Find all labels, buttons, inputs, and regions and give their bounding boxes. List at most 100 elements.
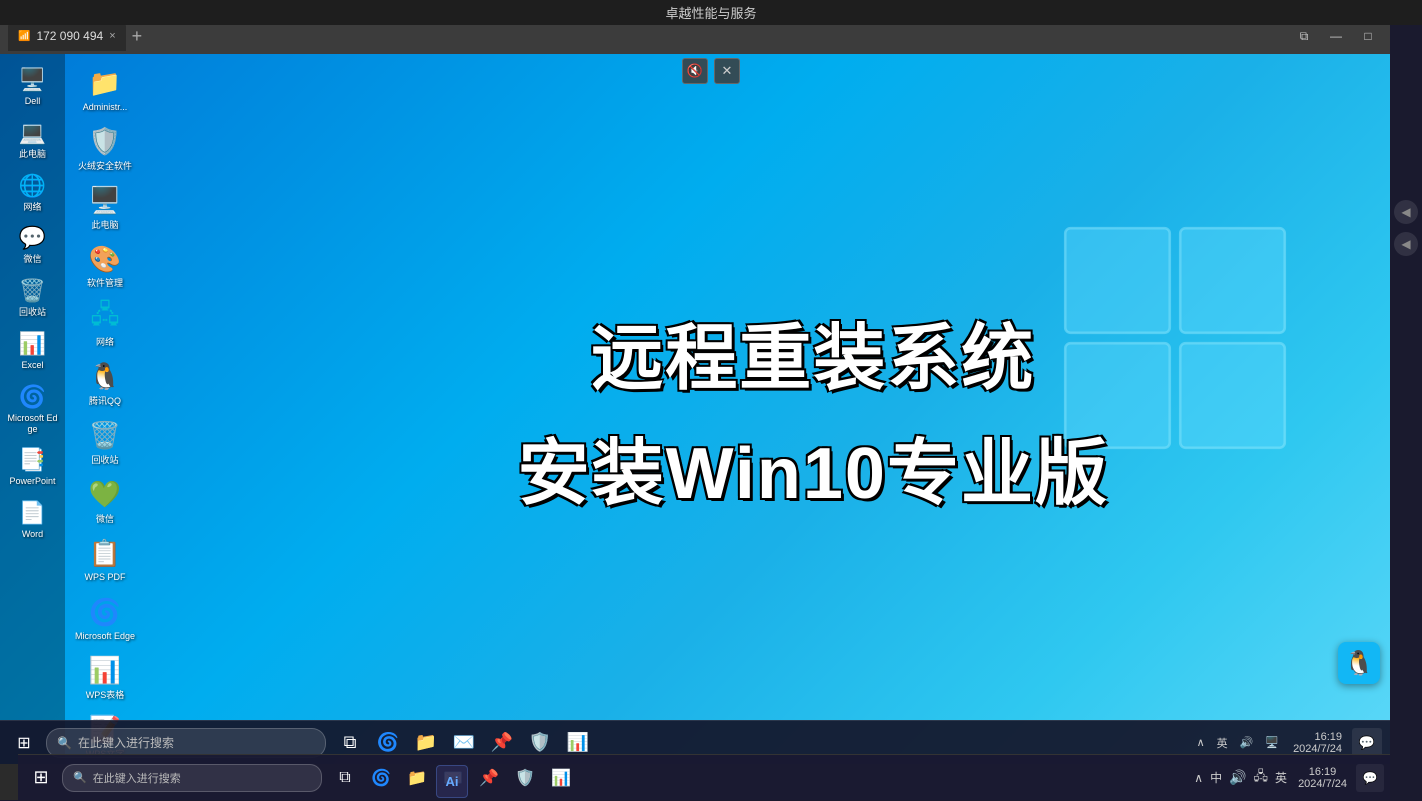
outer-taskbar: ⊞ 🔍 在此键入进行搜索 ⧉ 🌀 📁 ✉️ 📌 🛡️ 📊 Ai ∧ 中 🔊 🖧 … [18,754,1390,800]
outer-edge[interactable]: 🌀 [364,761,398,795]
wps-table-label: WPS表格 [86,690,125,701]
ai-button[interactable]: Ai [436,765,468,798]
ppt-label: PowerPoint [9,476,55,487]
outer-tray-net[interactable]: 🖧 [1252,765,1271,791]
system-clock[interactable]: 16:19 2024/7/24 [1287,729,1348,757]
outer-right-icon-1[interactable]: ◀ [1394,200,1418,224]
excel-icon: 📊 [17,328,49,360]
clock-date: 2024/7/24 [1293,743,1342,755]
desktop-icon-wechat2[interactable]: 💚 微信 [69,472,141,529]
outer-security[interactable]: 🛡️ [508,761,542,795]
desktop-icon-network[interactable]: 🌐 网络 [4,166,62,217]
mute-btn[interactable]: 🔇 [682,58,708,84]
word-label: Word [22,529,43,540]
net2-label: 网络 [96,337,114,348]
outer-wps[interactable]: 📊 [544,761,578,795]
outer-right-icon-2[interactable]: ◀ [1394,232,1418,256]
qq-float-button[interactable]: 🐧 [1338,642,1380,684]
tray-arrow[interactable]: ∧ [1193,734,1209,751]
qq-label: 腾讯QQ [89,396,121,407]
recycle-label: 回收站 [19,307,46,318]
outer-start-btn[interactable]: ⊞ [22,761,60,795]
huro-label: 火绒安全软件 [78,161,132,172]
wps-table-icon: 📊 [86,652,124,690]
desktop-icon-huro[interactable]: 🛡️ 火绒安全软件 [69,119,141,176]
wechat-icon: 💬 [17,222,49,254]
edge2-label: Microsoft Edge [75,631,135,642]
media-close-btn[interactable]: ✕ [714,58,740,84]
dell-icon: 🖥️ [17,64,49,96]
outer-tray-mid[interactable]: 中 [1208,767,1224,788]
window-title: 卓越性能与服务 [0,0,1422,25]
network-icon: 🌐 [17,170,49,202]
wpspdf-label: WPS PDF [84,572,125,583]
desktop-icon-softmgr[interactable]: 🎨 软件管理 [69,236,141,293]
tray-network[interactable]: 🖥️ [1261,734,1283,751]
recycle2-label: 回收站 [91,455,118,466]
outer-tray-lang[interactable]: 英 [1273,767,1289,788]
desktop-icon-edge[interactable]: 🌀 Microsoft Edge [4,377,62,439]
tab-label: 172 090 494 [36,29,103,43]
ppt-icon: 📑 [17,444,49,476]
windows-desktop: 🖥️ Dell 💻 此电脑 🌐 网络 💬 微信 🗑️ 回收站 📊 Exc [0,54,1390,764]
desktop-icon-wps-table[interactable]: 📊 WPS表格 [69,648,141,705]
media-controls: 🔇 ✕ [682,58,740,84]
desktop-icon-computer[interactable]: 🖥️ 此电脑 [69,178,141,235]
desktop-icons-col2: 📁 Administr... 🛡️ 火绒安全软件 🖥️ 此电脑 🎨 软件管理 🖧… [65,54,145,764]
desktop-icon-wechat[interactable]: 💬 微信 [4,218,62,269]
clock-time: 16:19 [1314,731,1342,743]
maximize-btn[interactable]: □ [1354,24,1382,48]
desktop-icon-net2[interactable]: 🖧 网络 [69,295,141,352]
desktop-icon-ppt[interactable]: 📑 PowerPoint [4,440,62,491]
wpspdf-icon: 📋 [86,534,124,572]
desktop-icon-mypc[interactable]: 💻 此电脑 [4,113,62,164]
tab-close-btn[interactable]: × [109,30,115,42]
outer-taskview[interactable]: ⧉ [328,761,362,795]
wechat2-icon: 💚 [86,476,124,514]
edge-label: Microsoft Edge [8,413,58,435]
word-icon: 📄 [17,497,49,529]
outer-tray-arrow[interactable]: ∧ [1192,769,1205,787]
admin-icon: 📁 [86,64,124,102]
desktop-icon-qq[interactable]: 🐧 腾讯QQ [69,354,141,411]
outer-explorer[interactable]: 📁 [400,761,434,795]
admin-label: Administr... [83,102,128,113]
qq-icon: 🐧 [86,358,124,396]
browser-tab[interactable]: 📶 172 090 494 × [8,21,126,51]
outer-search-box[interactable]: 🔍 在此键入进行搜索 [62,764,322,792]
search-icon: 🔍 [57,736,72,750]
main-overlay-text: 远程重装系统 安装Win10专业版 [518,299,1109,519]
computer-label: 此电脑 [91,220,118,231]
desktop-icon-edge2[interactable]: 🌀 Microsoft Edge [69,589,141,646]
desktop-icon-dell[interactable]: 🖥️ Dell [4,60,62,111]
restore-btn[interactable]: ⧉ [1290,24,1318,48]
title-text: 卓越性能与服务 [665,6,756,21]
outer-clock[interactable]: 16:19 2024/7/24 [1292,764,1353,792]
main-line2: 安装Win10专业版 [518,414,1109,519]
recycle-icon: 🗑️ [17,275,49,307]
outer-right-panel: ◀ ◀ [1390,0,1422,800]
desktop-icon-recycle2[interactable]: 🗑️ 回收站 [69,413,141,470]
outer-tray-vol[interactable]: 🔊 [1227,767,1248,788]
tray-lang[interactable]: 英 [1213,733,1232,753]
desktop-icon-wpspdf[interactable]: 📋 WPS PDF [69,530,141,587]
minimize-btn[interactable]: — [1322,24,1350,48]
outer-search-text: 在此键入进行搜索 [93,770,181,786]
notification-center-btn[interactable]: 💬 [1352,728,1382,758]
outer-search-icon: 🔍 [73,771,87,784]
desktop-icon-excel[interactable]: 📊 Excel [4,324,62,375]
search-box[interactable]: 🔍 在此键入进行搜索 [46,728,326,758]
desktop-icons-left-column: 🖥️ Dell 💻 此电脑 🌐 网络 💬 微信 🗑️ 回收站 📊 Exc [0,54,65,764]
wechat2-label: 微信 [96,514,114,525]
tray-volume[interactable]: 🔊 [1236,734,1258,751]
desktop-icon-word[interactable]: 📄 Word [4,493,62,544]
desktop-icon-recycle[interactable]: 🗑️ 回收站 [4,271,62,322]
tab-new-btn[interactable]: + [132,26,143,47]
desktop-icon-admin[interactable]: 📁 Administr... [69,60,141,117]
tab-signal-icon: 📶 [18,31,30,42]
excel-label: Excel [21,360,43,371]
outer-notification[interactable]: 💬 [1356,764,1384,792]
recycle2-icon: 🗑️ [86,417,124,455]
outer-tencent[interactable]: 📌 [472,761,506,795]
wechat-label: 微信 [23,254,41,265]
